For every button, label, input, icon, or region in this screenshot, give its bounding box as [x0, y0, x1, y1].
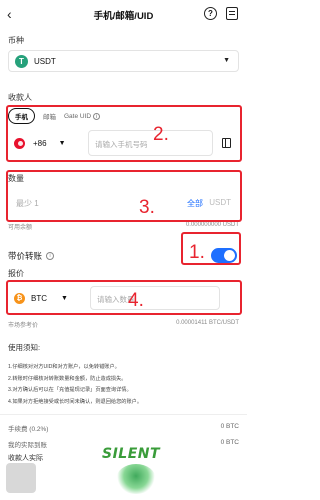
- note-line: 4.如果对方拒绝接受或长时间未确认，则退回给您的账户。: [8, 398, 143, 405]
- annotation-number: 1.: [189, 242, 205, 263]
- top-bar: ‹ 手机/邮箱/UID ?: [0, 0, 247, 30]
- highlight-box-3: [6, 170, 242, 222]
- fee-value: 0 BTC: [220, 423, 239, 430]
- watermark-text: SILENT: [102, 446, 161, 462]
- quote-label: 报价: [8, 269, 24, 278]
- note-line: 3.对方确认后可以在「充值提现记录」页面查询详情。: [8, 387, 132, 393]
- currency-label: 币种: [8, 36, 24, 45]
- confirm-button[interactable]: [6, 463, 36, 493]
- chevron-down-icon: ▼: [223, 57, 230, 64]
- watermark-logo: SILENT: [92, 444, 182, 494]
- available-label: 可用余额: [8, 225, 33, 231]
- note-line: 1.仔细核对对方UID和对方账户，以免转错账户。: [8, 364, 120, 370]
- annotation-number: 3.: [139, 197, 155, 218]
- notes-title: 使用须知:: [8, 343, 41, 352]
- currency-value: USDT: [34, 56, 56, 66]
- info-icon[interactable]: i: [46, 252, 55, 260]
- fee-row: 手续费 (0.2%) 0 BTC: [8, 423, 239, 433]
- reference-price: 市场参考价 0.00001411 BTC/USDT: [8, 320, 239, 329]
- available-balance: 可用余额 0.000000000 USDT: [8, 222, 239, 231]
- reference-value: 0.00001411 BTC/USDT: [176, 320, 239, 326]
- fee-label: 手续费 (0.2%): [8, 426, 49, 433]
- highlight-box-4: [6, 280, 242, 315]
- priced-transfer-label: 带价转账: [8, 251, 43, 261]
- page-title: 手机/邮箱/UID: [93, 11, 154, 22]
- currency-select[interactable]: T USDT ▼: [8, 50, 239, 72]
- history-icon[interactable]: [226, 7, 238, 20]
- help-icon[interactable]: ?: [204, 7, 217, 20]
- note-line: 2.转账时仔细核对转账数量和金额，防止造成损失。: [8, 375, 127, 382]
- highlight-box-2: [6, 105, 242, 162]
- globe-icon: [116, 464, 156, 494]
- usage-notes: 使用须知: 1.仔细核对对方UID和对方账户，以免转错账户。 2.转账时仔细核对…: [8, 342, 239, 408]
- actual-label: 我的实际到账: [8, 442, 47, 449]
- reference-label: 市场参考价: [8, 323, 39, 329]
- annotation-number: 4.: [128, 290, 144, 311]
- back-arrow-icon[interactable]: ‹: [7, 6, 12, 22]
- actual-value: 0 BTC: [220, 439, 239, 446]
- available-value: 0.000000000 USDT: [185, 222, 239, 228]
- annotation-number: 2.: [153, 124, 169, 145]
- tether-icon: T: [15, 54, 28, 68]
- payee-label: 收款人实际: [8, 455, 43, 462]
- recipient-label: 收款人: [8, 93, 32, 102]
